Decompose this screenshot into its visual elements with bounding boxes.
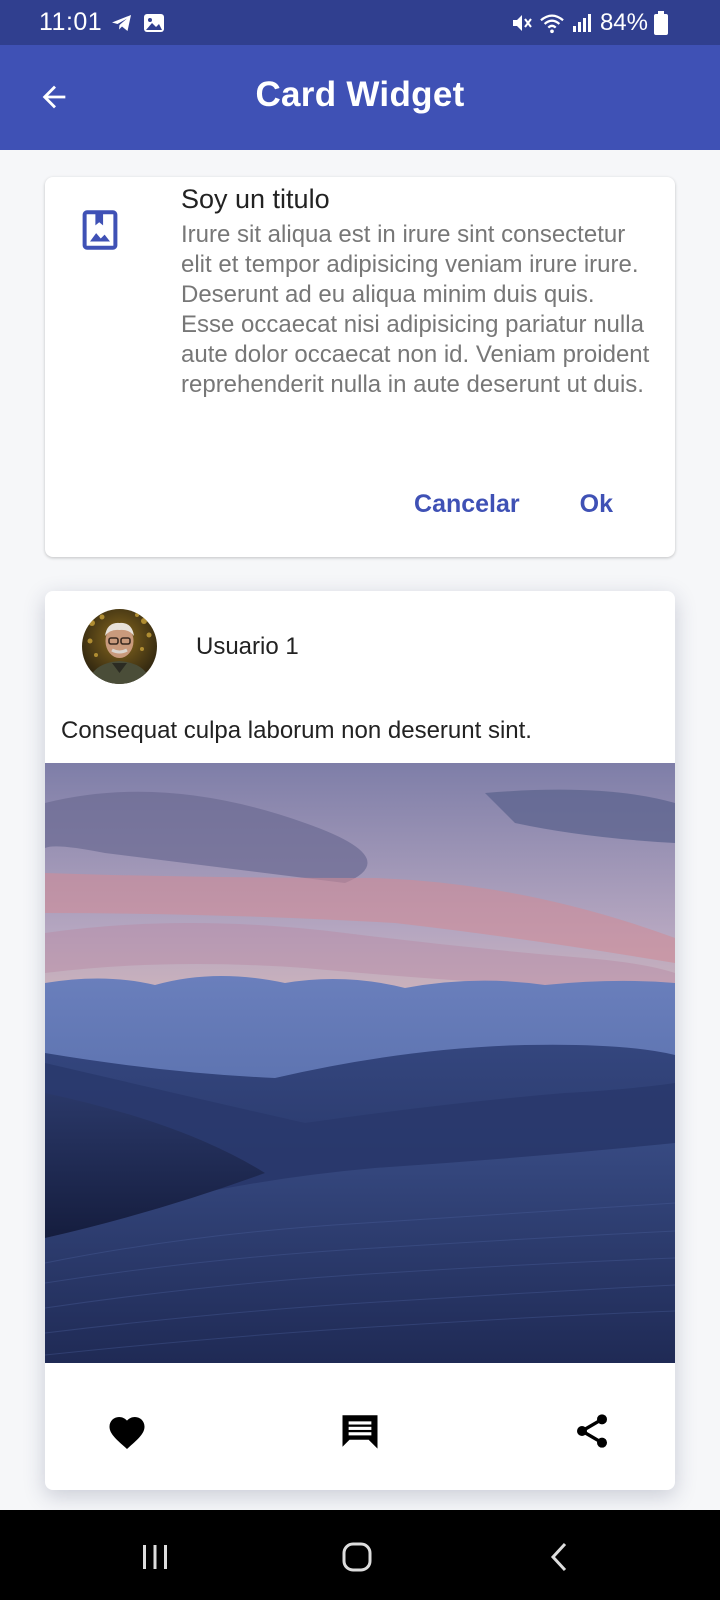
- ok-button[interactable]: Ok: [580, 482, 613, 527]
- comment-icon: [342, 1415, 378, 1449]
- username: Usuario 1: [196, 633, 299, 660]
- status-bar: 11:01 84%: [0, 0, 720, 45]
- battery-percent: 84%: [599, 8, 648, 36]
- home-icon: [342, 1542, 372, 1572]
- post-card: Usuario 1 Consequat culpa laborum non de…: [45, 591, 675, 1490]
- system-nav-bar: [0, 1510, 720, 1600]
- share-icon: [577, 1414, 607, 1448]
- share-button[interactable]: [570, 1409, 614, 1453]
- avatar: [82, 609, 157, 684]
- mute-icon: [512, 14, 532, 31]
- post-image: [45, 763, 675, 1363]
- recent-apps-icon: [143, 1545, 167, 1569]
- card-body-text: Irure sit aliqua est in irure sint conse…: [181, 221, 650, 398]
- cancel-button[interactable]: Cancelar: [414, 482, 520, 527]
- recent-apps-button[interactable]: [130, 1532, 180, 1582]
- telegram-icon: [112, 14, 132, 31]
- card-actions: Cancelar Ok: [414, 482, 675, 527]
- photo-album-icon: [82, 210, 118, 250]
- info-card: Soy un titulo Irure sit aliqua est in ir…: [45, 177, 675, 557]
- battery-icon: [654, 10, 668, 35]
- gallery-icon: [144, 13, 165, 32]
- heart-icon: [109, 1417, 145, 1450]
- status-right: 84%: [510, 9, 668, 37]
- card-title: Soy un titulo: [181, 184, 330, 214]
- back-icon: [550, 1542, 567, 1572]
- comment-button[interactable]: [338, 1409, 382, 1453]
- system-back-button[interactable]: [535, 1532, 585, 1582]
- wifi-icon: [540, 14, 564, 33]
- status-time: 11:01: [39, 8, 103, 36]
- signal-icon: [572, 13, 591, 32]
- page-title: Card Widget: [255, 75, 465, 114]
- like-button[interactable]: [105, 1409, 149, 1453]
- app-bar: Card Widget: [0, 45, 720, 150]
- home-button[interactable]: [332, 1532, 382, 1582]
- status-left: 11:01: [39, 8, 166, 37]
- post-text: Consequat culpa laborum non deserunt sin…: [61, 717, 532, 744]
